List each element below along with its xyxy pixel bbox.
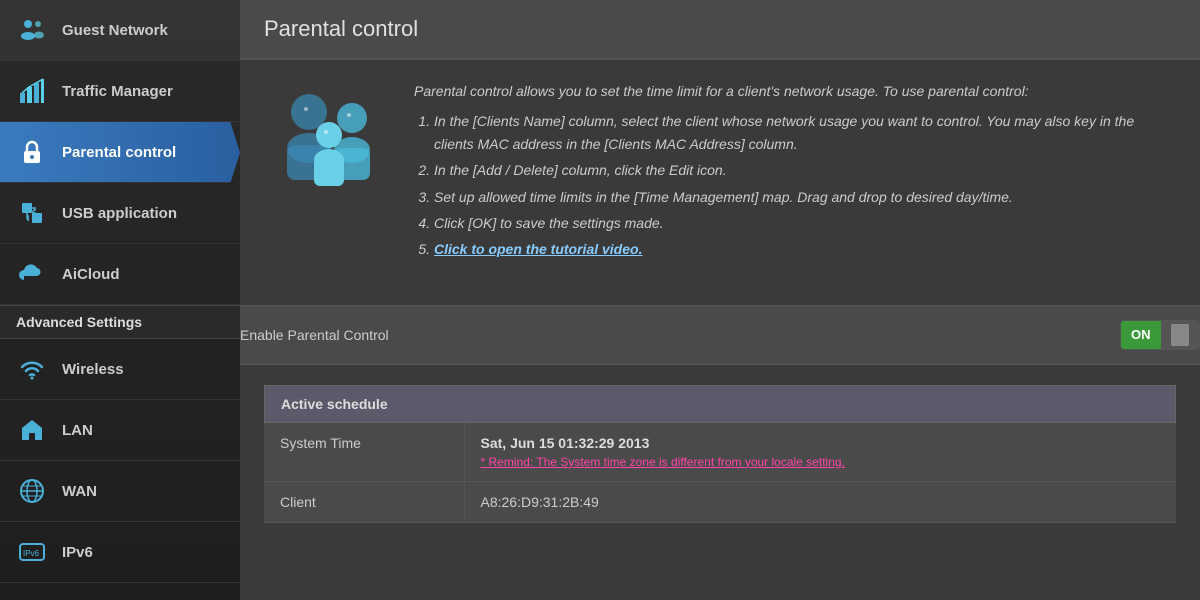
- sidebar-item-lan[interactable]: LAN: [0, 400, 240, 461]
- home-icon: [16, 414, 48, 446]
- toggle-slider: [1161, 321, 1200, 349]
- system-time-warning[interactable]: * Remind: The System time zone is differ…: [481, 455, 1161, 469]
- tutorial-link[interactable]: Click to open the tutorial video.: [434, 241, 642, 257]
- steps-list: In the [Clients Name] column, select the…: [434, 110, 1176, 260]
- system-time-label: System Time: [264, 423, 464, 482]
- lock-icon: [16, 136, 48, 168]
- sidebar-item-ipv6[interactable]: IPv6 IPv6: [0, 522, 240, 583]
- info-box: Parental control allows you to set the t…: [264, 80, 1176, 265]
- parental-control-toggle[interactable]: ON: [1120, 320, 1200, 350]
- sidebar-item-guest-network[interactable]: Guest Network: [0, 0, 240, 61]
- schedule-section: Active schedule System Time Sat, Jun 15 …: [240, 385, 1200, 543]
- system-time-main: Sat, Jun 15 01:32:29 2013: [481, 435, 1161, 451]
- schedule-table: System Time Sat, Jun 15 01:32:29 2013 * …: [264, 423, 1176, 523]
- cloud-icon: [16, 258, 48, 290]
- system-time-value: Sat, Jun 15 01:32:29 2013 * Remind: The …: [464, 423, 1176, 482]
- table-row: System Time Sat, Jun 15 01:32:29 2013 * …: [264, 423, 1176, 482]
- sidebar-item-wireless[interactable]: Wireless: [0, 339, 240, 400]
- people-icon: [16, 14, 48, 46]
- schedule-header: Active schedule: [264, 385, 1176, 423]
- svg-text:IPv6: IPv6: [23, 549, 40, 558]
- step-4: Click [OK] to save the settings made.: [434, 212, 1176, 234]
- step-3: Set up allowed time limits in the [Time …: [434, 186, 1176, 208]
- step-1: In the [Clients Name] column, select the…: [434, 110, 1176, 155]
- enable-parental-control-row: Enable Parental Control ON: [240, 305, 1200, 365]
- globe-icon: [16, 475, 48, 507]
- intro-text: Parental control allows you to set the t…: [414, 80, 1176, 102]
- toggle-on-container: ON: [1120, 320, 1200, 350]
- step-5: Click to open the tutorial video.: [434, 238, 1176, 260]
- sidebar-item-usb-application[interactable]: USB application: [0, 183, 240, 244]
- chart-icon: [16, 75, 48, 107]
- enable-label: Enable Parental Control: [240, 327, 1120, 343]
- client-value: A8:26:D9:31:2B:49: [464, 481, 1176, 522]
- info-description: Parental control allows you to set the t…: [414, 80, 1176, 265]
- page-title: Parental control: [264, 16, 1176, 42]
- sidebar-item-parental-control[interactable]: Parental control: [0, 122, 240, 183]
- sidebar-label-wan: WAN: [62, 483, 97, 500]
- advanced-settings-divider: Advanced Settings: [0, 305, 240, 339]
- sidebar-item-wan[interactable]: WAN: [0, 461, 240, 522]
- sidebar-label-lan: LAN: [62, 422, 93, 439]
- sidebar-label-usb-application: USB application: [62, 205, 177, 222]
- client-label: Client: [264, 481, 464, 522]
- content-area: Parental control allows you to set the t…: [240, 60, 1200, 305]
- sidebar-label-guest-network: Guest Network: [62, 22, 168, 39]
- sidebar-label-ipv6: IPv6: [62, 544, 93, 561]
- toggle-on-label: ON: [1121, 321, 1161, 349]
- sidebar-label-aicloud: AiCloud: [62, 266, 120, 283]
- table-row: Client A8:26:D9:31:2B:49: [264, 481, 1176, 522]
- sidebar-label-wireless: Wireless: [62, 361, 124, 378]
- step-2: In the [Add / Delete] column, click the …: [434, 159, 1176, 181]
- page-header: Parental control: [240, 0, 1200, 60]
- sidebar-label-traffic-manager: Traffic Manager: [62, 83, 173, 100]
- sidebar-label-parental-control: Parental control: [62, 144, 176, 161]
- parental-image: [264, 80, 394, 210]
- puzzle-icon: [16, 197, 48, 229]
- sidebar: Guest Network Traffic Manager Parental c…: [0, 0, 240, 600]
- ipv6-icon: IPv6: [16, 536, 48, 568]
- sidebar-item-aicloud[interactable]: AiCloud: [0, 244, 240, 305]
- sidebar-item-traffic-manager[interactable]: Traffic Manager: [0, 61, 240, 122]
- wifi-icon: [16, 353, 48, 385]
- main-content: Parental control: [240, 0, 1200, 600]
